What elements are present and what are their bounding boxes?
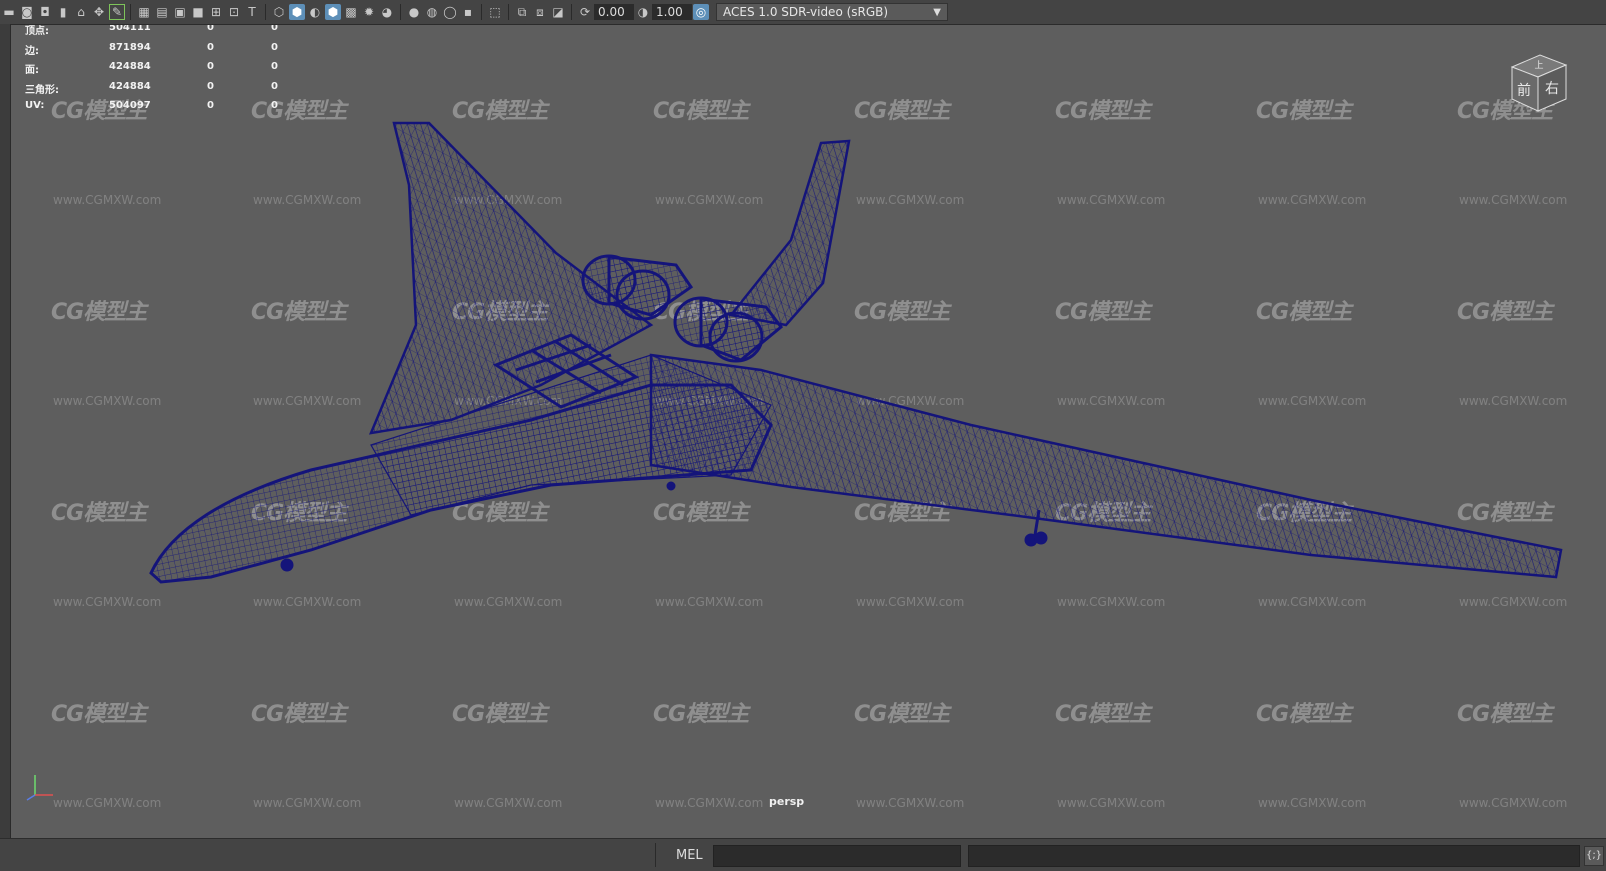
grease-pencil-icon[interactable]: ✎: [109, 4, 125, 20]
grid-icon[interactable]: ▦: [136, 4, 152, 20]
toolbar-separator: [481, 4, 482, 20]
viewcube-icon[interactable]: 上 前 右: [1502, 47, 1572, 117]
command-line-bar: MEL {;}: [0, 838, 1606, 871]
3d-viewport[interactable]: CG模型主 CG模型主 CG模型主 CG模型主 CG模型主 CG模型主 CG模型主 CG模型主…: [11, 25, 1606, 838]
xray-active-icon[interactable]: ⧉: [514, 4, 530, 20]
motion-blur-icon[interactable]: ◍: [424, 4, 440, 20]
viewport-panel-toolbar: ▬ ◙ ◘ ▮ ⌂ ✥ ✎ ▦ ▤ ▣ ■ ⊞ ⊡ T ⬡ ⬢ ◐ ⬢ ▩ ✹ …: [0, 0, 1606, 25]
script-editor-icon[interactable]: {;}: [1584, 846, 1604, 866]
isolate-select-icon[interactable]: ⬚: [487, 4, 503, 20]
smooth-shade-icon[interactable]: ⬢: [289, 4, 305, 20]
right-wing: [649, 353, 1563, 579]
viewcube-top-label[interactable]: 上: [1534, 60, 1543, 71]
hud-value: 0: [271, 25, 278, 33]
mel-language-toggle[interactable]: MEL: [676, 848, 703, 863]
shadows-icon[interactable]: ◕: [379, 4, 395, 20]
toolbar-separator: [265, 4, 266, 20]
color-management-icon[interactable]: ◎: [693, 4, 709, 20]
camera-name-label: persp: [769, 795, 805, 808]
airplane-wireframe-model[interactable]: [11, 25, 1606, 838]
use-lights-icon[interactable]: ✹: [361, 4, 377, 20]
bookmark-icon[interactable]: ▮: [55, 4, 71, 20]
hud-row-faces: 面: 424884 0 0: [25, 61, 295, 81]
hud-value: 0: [271, 41, 278, 53]
hud-value: 0: [271, 61, 278, 72]
hud-value: 0: [207, 61, 214, 72]
backface-icon[interactable]: ◪: [550, 4, 566, 20]
xray-icon[interactable]: ▩: [343, 4, 359, 20]
hud-label: 顶点:: [25, 26, 49, 37]
field-chart-icon[interactable]: ⊞: [208, 4, 224, 20]
hud-value: 0: [271, 80, 278, 92]
hud-value: 504111: [109, 25, 151, 33]
wireframe-on-shaded-icon[interactable]: ⬢: [325, 4, 341, 20]
right-tail-fin: [728, 139, 851, 327]
camera-lock-icon[interactable]: ◘: [37, 4, 53, 20]
2d-pan-icon[interactable]: ✥: [91, 4, 107, 20]
ambient-occlusion-icon[interactable]: ●: [406, 4, 422, 20]
camera-icon[interactable]: ▬: [1, 4, 17, 20]
hud-label: UV:: [25, 100, 45, 111]
axis-gizmo-icon: [26, 775, 53, 801]
hud-value: 424884: [109, 61, 151, 72]
toolbar-separator: [130, 4, 131, 20]
dof-icon[interactable]: ▪: [460, 4, 476, 20]
image-plane-icon[interactable]: ⌂: [73, 4, 89, 20]
wireframe-icon[interactable]: ⬡: [271, 4, 287, 20]
toolbar-separator: [571, 4, 572, 20]
chevron-down-icon: ▼: [933, 7, 941, 18]
hud-label: 面:: [25, 65, 39, 76]
default-material-icon[interactable]: ◐: [307, 4, 323, 20]
gate-mask-icon[interactable]: ■: [190, 4, 206, 20]
hud-value: 0: [207, 41, 214, 53]
command-result-field: [968, 845, 1580, 867]
viewcube-front-label[interactable]: 前: [1517, 82, 1531, 99]
hud-value: 0: [207, 25, 214, 33]
exposure-reset-icon[interactable]: ⟳: [577, 4, 593, 20]
hud-value: 0: [271, 100, 278, 111]
hud-row-uvs: UV: 504097 0 0: [25, 100, 295, 120]
anti-alias-icon[interactable]: ◯: [442, 4, 458, 20]
hud-value: 0: [207, 100, 214, 111]
hud-row-vertices: 顶点: 504111 0 0: [25, 25, 295, 42]
hud-value: 424884: [109, 80, 151, 92]
safe-title-icon[interactable]: T: [244, 4, 260, 20]
gamma-field[interactable]: 1.00: [652, 4, 692, 20]
hud-value: 871894: [109, 41, 151, 53]
exposure-field[interactable]: 0.00: [594, 4, 634, 20]
color-space-label: ACES 1.0 SDR-video (sRGB): [723, 5, 889, 19]
left-panel-edge: [0, 24, 11, 838]
gamma-icon[interactable]: ◑: [635, 4, 651, 20]
color-space-dropdown[interactable]: ACES 1.0 SDR-video (sRGB) ▼: [716, 3, 948, 21]
camera-attr-icon[interactable]: ◙: [19, 4, 35, 20]
hud-row-edges: 边: 871894 0 0: [25, 42, 295, 62]
hud-value: 504097: [109, 100, 151, 111]
hud-label: 边:: [25, 45, 39, 57]
safe-action-icon[interactable]: ⊡: [226, 4, 242, 20]
xray-joints-icon[interactable]: ⧈: [532, 4, 548, 20]
hud-label: 三角形:: [25, 84, 59, 96]
toolbar-separator: [400, 4, 401, 20]
resolution-gate-icon[interactable]: ▣: [172, 4, 188, 20]
status-separator: [655, 843, 656, 867]
viewcube-right-label[interactable]: 右: [1545, 81, 1559, 97]
film-gate-icon[interactable]: ▤: [154, 4, 170, 20]
hud-row-triangles: 三角形: 424884 0 0: [25, 81, 295, 101]
poly-count-hud: 顶点: 504111 0 0 边: 871894 0 0 面: 424884 0…: [25, 25, 295, 120]
mel-command-input[interactable]: [713, 845, 961, 867]
hud-value: 0: [207, 80, 214, 92]
toolbar-separator: [508, 4, 509, 20]
